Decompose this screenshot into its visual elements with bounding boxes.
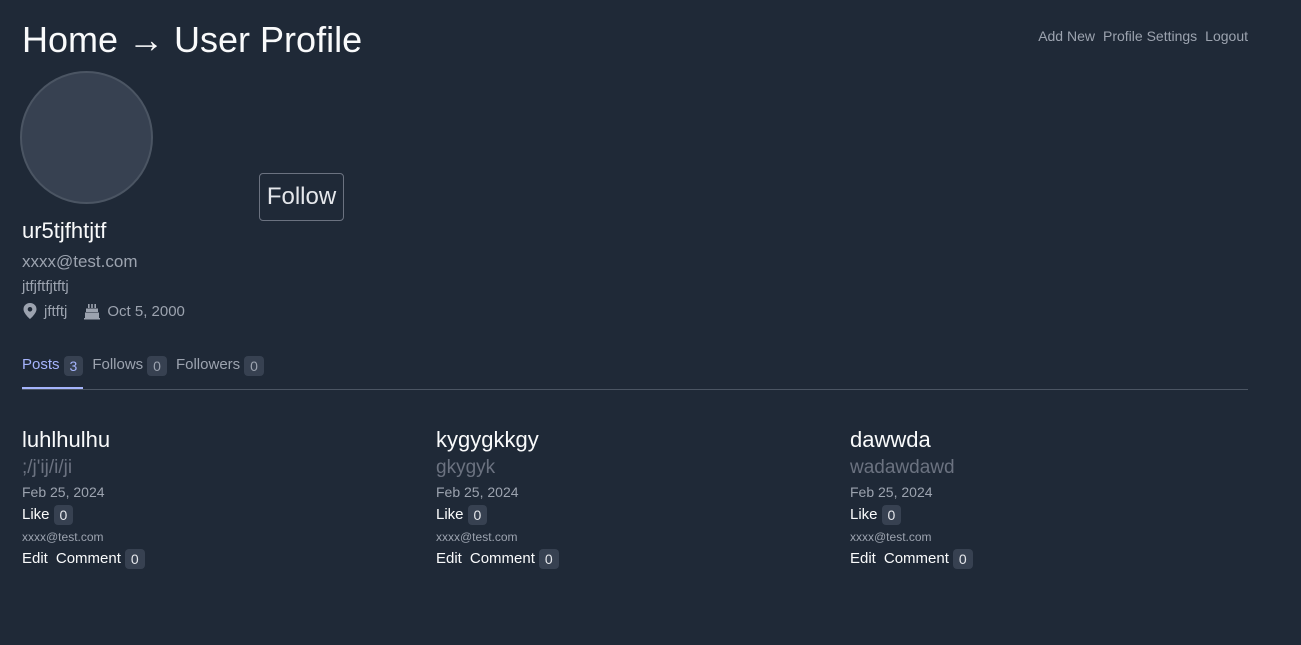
cake-icon — [84, 304, 101, 320]
profile-meta: jftftj Oct 5, 2000 — [22, 302, 201, 320]
like-button[interactable]: Like — [436, 503, 464, 527]
post-body: gkygyk — [436, 457, 496, 478]
follow-button[interactable]: Follow — [259, 173, 344, 221]
profile-username: ur5tjfhtjtf — [22, 218, 107, 243]
top-nav: Add New Profile Settings Logout — [1038, 28, 1248, 44]
profile-tabs: Posts 3 Follows 0 Followers 0 — [22, 356, 1248, 390]
post-title: dawwda — [850, 427, 931, 452]
comment-count: 0 — [124, 549, 145, 569]
post-actions: Edit Comment 0 — [436, 547, 850, 571]
profile-page: Home → User Profile Add New Profile Sett… — [0, 0, 1301, 645]
avatar — [20, 71, 153, 204]
comment-button[interactable]: Comment — [884, 547, 949, 571]
post-body: ;/j'ij/i/ji — [22, 457, 73, 478]
add-new-link[interactable]: Add New — [1038, 28, 1095, 44]
like-count: 0 — [881, 505, 902, 525]
edit-button[interactable]: Edit — [436, 547, 462, 571]
profile-bio: jtfjftfjtftj — [22, 278, 69, 295]
comment-button[interactable]: Comment — [470, 547, 535, 571]
tab-follows[interactable]: Follows 0 — [92, 356, 167, 388]
post-author: xxxx@test.com — [850, 530, 932, 544]
birthday-text: Oct 5, 2000 — [107, 302, 185, 320]
post-date: Feb 25, 2024 — [22, 484, 105, 500]
tab-followers-count: 0 — [244, 356, 264, 376]
post-actions: Edit Comment 0 — [22, 547, 436, 571]
post-like-row: Like 0 — [22, 503, 436, 527]
like-button[interactable]: Like — [850, 503, 878, 527]
comment-count: 0 — [952, 549, 973, 569]
like-count: 0 — [467, 505, 488, 525]
post-author: xxxx@test.com — [22, 530, 104, 544]
edit-button[interactable]: Edit — [850, 547, 876, 571]
post-actions: Edit Comment 0 — [850, 547, 1264, 571]
tab-follows-count: 0 — [147, 356, 167, 376]
tab-follows-label: Follows — [92, 356, 144, 373]
post-date: Feb 25, 2024 — [850, 484, 933, 500]
tab-followers[interactable]: Followers 0 — [176, 356, 264, 388]
post-card: luhlhulhu ;/j'ij/i/ji Feb 25, 2024 Like … — [22, 425, 436, 571]
post-title: luhlhulhu — [22, 427, 111, 452]
tab-posts-count: 3 — [63, 356, 84, 376]
post-card: kygygkkgy gkygyk Feb 25, 2024 Like 0 xxx… — [436, 425, 850, 571]
like-button[interactable]: Like — [22, 503, 50, 527]
like-count: 0 — [53, 505, 74, 525]
birthday-item: Oct 5, 2000 — [83, 302, 185, 320]
post-card: dawwda wadawdawd Feb 25, 2024 Like 0 xxx… — [850, 425, 1264, 571]
tab-posts[interactable]: Posts 3 — [22, 356, 84, 389]
post-list: luhlhulhu ;/j'ij/i/ji Feb 25, 2024 Like … — [22, 425, 1264, 571]
post-like-row: Like 0 — [436, 503, 850, 527]
location-text: jftftj — [44, 302, 68, 320]
tab-posts-label: Posts — [22, 356, 60, 373]
post-date: Feb 25, 2024 — [436, 484, 519, 500]
logout-link[interactable]: Logout — [1205, 28, 1248, 44]
post-author: xxxx@test.com — [436, 530, 518, 544]
edit-button[interactable]: Edit — [22, 547, 48, 571]
post-like-row: Like 0 — [850, 503, 1264, 527]
post-title: kygygkkgy — [436, 427, 539, 452]
post-body: wadawdawd — [850, 457, 955, 478]
location-item: jftftj — [22, 302, 67, 320]
profile-settings-link[interactable]: Profile Settings — [1103, 28, 1197, 44]
location-pin-icon — [23, 303, 37, 319]
comment-count: 0 — [538, 549, 559, 569]
profile-email: xxxx@test.com — [22, 252, 138, 271]
tab-followers-label: Followers — [175, 356, 241, 373]
page-title: Home → User Profile — [22, 19, 363, 60]
comment-button[interactable]: Comment — [56, 547, 121, 571]
